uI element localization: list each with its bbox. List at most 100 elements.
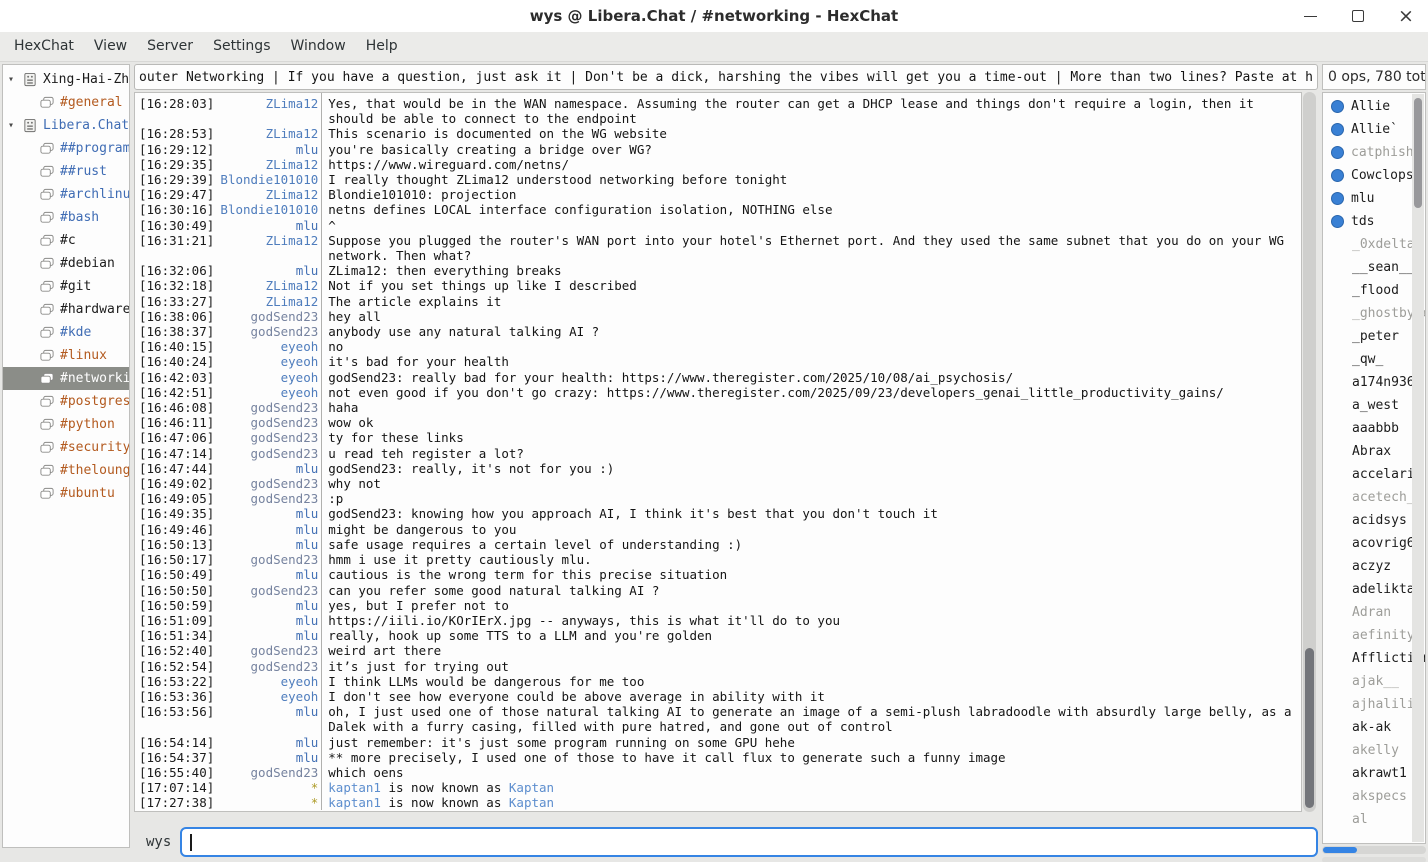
- user-abrax[interactable]: Abrax: [1323, 440, 1425, 463]
- nick[interactable]: godSend23: [214, 415, 318, 430]
- nick[interactable]: mlu: [214, 263, 318, 278]
- nick[interactable]: eyeoh: [214, 354, 318, 369]
- sidebar-item-xing-hai-zhan[interactable]: ▾Xing-Hai-Zhan: [3, 68, 129, 91]
- expander-icon[interactable]: ▾: [8, 120, 22, 131]
- nick[interactable]: godSend23: [214, 430, 318, 445]
- nick[interactable]: mlu: [214, 506, 318, 521]
- user-allie[interactable]: Allie`: [1323, 118, 1425, 141]
- sidebar-item-python[interactable]: #python: [3, 413, 129, 436]
- nick[interactable]: godSend23: [214, 400, 318, 415]
- user-akspecs[interactable]: akspecs: [1323, 785, 1425, 808]
- nick-reference[interactable]: kaptan1: [328, 795, 381, 810]
- sidebar-item-kde[interactable]: #kde: [3, 321, 129, 344]
- sidebar-item-rust[interactable]: ##rust: [3, 160, 129, 183]
- chat-area[interactable]: [16:28:03]ZLima12Yes, that would be in t…: [134, 92, 1302, 812]
- nick[interactable]: mlu: [214, 628, 318, 643]
- sidebar-item-libera-chat[interactable]: ▾Libera.Chat: [3, 114, 129, 137]
- user-mlu[interactable]: mlu: [1323, 187, 1425, 210]
- nick[interactable]: eyeoh: [214, 674, 318, 689]
- sidebar-item-thelounge[interactable]: #thelounge: [3, 459, 129, 482]
- user-a174n936[interactable]: a174n936: [1323, 371, 1425, 394]
- nick[interactable]: godSend23: [214, 476, 318, 491]
- user-ak-ak[interactable]: ak-ak: [1323, 716, 1425, 739]
- bottom-scrollbar-track[interactable]: [1322, 857, 1426, 862]
- maximize-button[interactable]: [1350, 8, 1366, 24]
- userlist-hscrollbar[interactable]: [1322, 846, 1426, 854]
- sidebar-item-programming[interactable]: ##programming: [3, 137, 129, 160]
- nick[interactable]: ZLima12: [214, 294, 318, 309]
- user-acovrig60[interactable]: acovrig60: [1323, 532, 1425, 555]
- nick[interactable]: mlu: [214, 735, 318, 750]
- user-peter[interactable]: _peter: [1323, 325, 1425, 348]
- nick[interactable]: godSend23: [214, 765, 318, 780]
- user-ajhalili2[interactable]: ajhalili2: [1323, 693, 1425, 716]
- nick[interactable]: eyeoh: [214, 689, 318, 704]
- user-tds[interactable]: tds: [1323, 210, 1425, 233]
- user-acetech[interactable]: acetech_: [1323, 486, 1425, 509]
- close-button[interactable]: ×: [1398, 8, 1414, 24]
- nick[interactable]: mlu: [214, 598, 318, 613]
- sidebar-item-debian[interactable]: #debian: [3, 252, 129, 275]
- userlist-scrollbar[interactable]: [1412, 94, 1424, 842]
- nick[interactable]: godSend23: [214, 659, 318, 674]
- user-a-west[interactable]: a_west: [1323, 394, 1425, 417]
- topic-input[interactable]: [135, 65, 1317, 89]
- userlist-hscrollbar-thumb[interactable]: [1323, 847, 1357, 853]
- menu-help[interactable]: Help: [356, 32, 408, 61]
- user-akelly[interactable]: akelly: [1323, 739, 1425, 762]
- message-input[interactable]: [180, 827, 1318, 857]
- expander-icon[interactable]: ▾: [8, 74, 22, 85]
- sidebar-item-hardware[interactable]: #hardware: [3, 298, 129, 321]
- user-catphish[interactable]: catphish: [1323, 141, 1425, 164]
- nick[interactable]: ZLima12: [214, 233, 318, 263]
- nick[interactable]: godSend23: [214, 643, 318, 658]
- menu-settings[interactable]: Settings: [203, 32, 280, 61]
- user-acidsys[interactable]: acidsys: [1323, 509, 1425, 532]
- menu-view[interactable]: View: [84, 32, 137, 61]
- user-cowclops[interactable]: Cowclops`: [1323, 164, 1425, 187]
- sidebar-item-security[interactable]: #security: [3, 436, 129, 459]
- nick-reference[interactable]: kaptan1: [328, 780, 381, 795]
- user-aefinity[interactable]: aefinity: [1323, 624, 1425, 647]
- nick[interactable]: ZLima12: [214, 126, 318, 141]
- user-aaabbb[interactable]: aaabbb: [1323, 417, 1425, 440]
- nick[interactable]: Blondie101010: [214, 172, 318, 187]
- nick[interactable]: eyeoh: [214, 339, 318, 354]
- nick[interactable]: mlu: [214, 537, 318, 552]
- nick[interactable]: godSend23: [214, 324, 318, 339]
- sidebar-item-linux[interactable]: #linux: [3, 344, 129, 367]
- nick[interactable]: mlu: [214, 567, 318, 582]
- sidebar-item-git[interactable]: #git: [3, 275, 129, 298]
- nick[interactable]: *: [214, 795, 318, 810]
- chat-scrollbar[interactable]: [1303, 92, 1316, 812]
- nick[interactable]: godSend23: [214, 583, 318, 598]
- menu-hexchat[interactable]: HexChat: [4, 32, 84, 61]
- nick[interactable]: mlu: [214, 218, 318, 233]
- user-al[interactable]: al: [1323, 808, 1425, 831]
- nick[interactable]: Blondie101010: [214, 202, 318, 217]
- user-allie[interactable]: Allie: [1323, 95, 1425, 118]
- nick[interactable]: ZLima12: [214, 157, 318, 172]
- nick[interactable]: mlu: [214, 704, 318, 734]
- user-sean[interactable]: __sean__: [1323, 256, 1425, 279]
- sidebar-item-networking[interactable]: #networking: [3, 367, 129, 390]
- nick[interactable]: mlu: [214, 750, 318, 765]
- nick[interactable]: mlu: [214, 142, 318, 157]
- minimize-button[interactable]: [1302, 8, 1318, 24]
- nick[interactable]: godSend23: [214, 309, 318, 324]
- nick[interactable]: mlu: [214, 613, 318, 628]
- user-affliction[interactable]: Affliction: [1323, 647, 1425, 670]
- nick[interactable]: ZLima12: [214, 96, 318, 126]
- nick[interactable]: godSend23: [214, 446, 318, 461]
- nick[interactable]: eyeoh: [214, 385, 318, 400]
- user-accelario[interactable]: accelario: [1323, 463, 1425, 486]
- menu-server[interactable]: Server: [137, 32, 203, 61]
- user-ajak[interactable]: ajak__: [1323, 670, 1425, 693]
- sidebar-item-archlinux[interactable]: #archlinux: [3, 183, 129, 206]
- nick[interactable]: godSend23: [214, 552, 318, 567]
- user-0xdelta[interactable]: _0xdelta: [1323, 233, 1425, 256]
- sidebar-item-general[interactable]: #general: [3, 91, 129, 114]
- nick[interactable]: mlu: [214, 522, 318, 537]
- nick[interactable]: ZLima12: [214, 278, 318, 293]
- sidebar-item-postgresql[interactable]: #postgresql: [3, 390, 129, 413]
